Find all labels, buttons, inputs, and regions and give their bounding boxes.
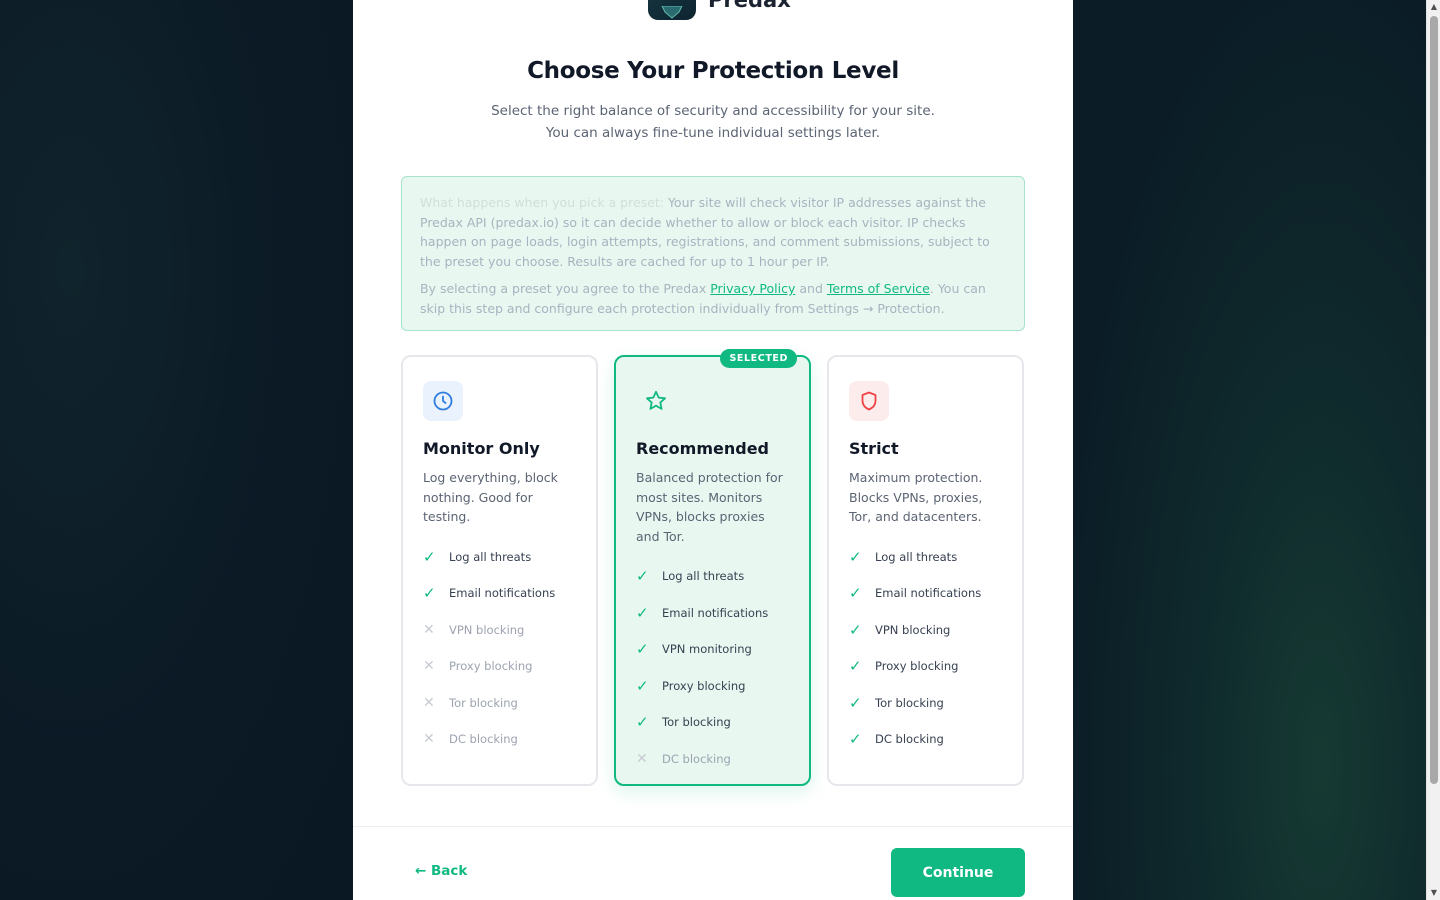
cross-icon: ✕: [423, 621, 435, 638]
preset-card-recommended[interactable]: SELECTED Recommended Balanced protection…: [614, 349, 811, 786]
check-icon: ✓: [849, 730, 862, 749]
preset-feature-list: ✓ Log all threats ✓ Email notifications ✕ V…: [423, 539, 576, 758]
preset-disclosure-notice: What happens when you pick a preset: You…: [401, 176, 1025, 331]
onboarding-panel: Predax Choose Your Protection Level Sele…: [353, 0, 1073, 900]
feature-item: ✓ Email notifications: [849, 575, 1002, 612]
feature-item: ✕ DC blocking: [636, 741, 789, 778]
feature-item: ✓ DC blocking: [849, 721, 1002, 758]
feature-label: Email notifications: [875, 586, 982, 601]
feature-label: DC blocking: [449, 732, 518, 747]
notice-consent-prefix: By selecting a preset you agree to the P…: [420, 281, 711, 296]
check-icon: ✓: [636, 640, 649, 659]
check-icon: ✓: [423, 584, 436, 603]
feature-item: ✓ VPN blocking: [849, 612, 1002, 649]
selected-badge: SELECTED: [720, 349, 797, 368]
preset-feature-list: ✓ Log all threats ✓ Email notifications ✓ V…: [849, 539, 1002, 758]
notice-paragraph-1: What happens when you pick a preset: You…: [420, 193, 1006, 271]
wizard-footer: ← Back Continue: [353, 826, 1073, 900]
preset-feature-list: ✓ Log all threats ✓ Email notifications ✓ V…: [636, 558, 789, 777]
scroll-up-arrow-icon[interactable]: ▲: [1427, 0, 1440, 14]
preset-title: Recommended: [636, 439, 769, 458]
check-icon: ✓: [849, 547, 862, 566]
star-icon: [636, 381, 676, 421]
cross-icon: ✕: [636, 750, 648, 767]
feature-item: ✕ Proxy blocking: [423, 648, 576, 685]
feature-label: Log all threats: [449, 549, 532, 564]
feature-label: VPN blocking: [449, 622, 525, 637]
feature-label: Log all threats: [875, 549, 958, 564]
feature-label: DC blocking: [875, 732, 944, 747]
preset-title: Strict: [849, 439, 899, 458]
check-icon: ✓: [636, 567, 649, 586]
continue-button[interactable]: Continue: [891, 848, 1025, 897]
feature-label: Log all threats: [662, 569, 745, 584]
preset-card-strict[interactable]: Strict Maximum protection. Blocks VPNs, …: [827, 355, 1024, 786]
preset-card-monitor-only[interactable]: Monitor Only Log everything, block nothi…: [401, 355, 598, 786]
brand-logo-icon: [648, 0, 696, 20]
feature-label: Email notifications: [662, 605, 769, 620]
clock-icon: [423, 381, 463, 421]
feature-label: Tor blocking: [662, 715, 731, 730]
preset-title: Monitor Only: [423, 439, 540, 458]
feature-item: ✓ VPN monitoring: [636, 631, 789, 668]
feature-item: ✓ Log all threats: [849, 539, 1002, 576]
check-icon: ✓: [849, 693, 862, 712]
feature-label: Tor blocking: [875, 695, 944, 710]
check-icon: ✓: [636, 713, 649, 732]
preset-description: Log everything, block nothing. Good for …: [423, 470, 558, 524]
notice-and: and: [795, 281, 827, 296]
check-icon: ✓: [849, 584, 862, 603]
page-background-right: [1073, 0, 1426, 900]
notice-paragraph-2: By selecting a preset you agree to the P…: [420, 279, 1006, 318]
feature-label: Email notifications: [449, 586, 556, 601]
feature-item: ✓ Log all threats: [423, 539, 576, 576]
feature-label: Tor blocking: [449, 695, 518, 710]
feature-item: ✓ Proxy blocking: [849, 648, 1002, 685]
brand-header: Predax: [648, 0, 791, 20]
back-button[interactable]: ← Back: [415, 863, 467, 879]
feature-label: Proxy blocking: [662, 678, 746, 693]
feature-item: ✓ Tor blocking: [636, 704, 789, 741]
feature-item: ✓ Proxy blocking: [636, 668, 789, 705]
privacy-policy-link[interactable]: Privacy Policy: [710, 281, 795, 296]
feature-item: ✕ VPN blocking: [423, 612, 576, 649]
shield-icon: [849, 381, 889, 421]
notice-lead: What happens when you pick a preset:: [420, 195, 664, 210]
check-icon: ✓: [849, 620, 862, 639]
feature-item: ✓ Email notifications: [636, 595, 789, 632]
feature-item: ✓ Tor blocking: [849, 685, 1002, 722]
feature-item: ✓ Email notifications: [423, 575, 576, 612]
cross-icon: ✕: [423, 658, 435, 675]
feature-label: DC blocking: [662, 751, 731, 766]
page-title: Choose Your Protection Level: [527, 58, 899, 84]
feature-item: ✕ DC blocking: [423, 721, 576, 758]
feature-label: VPN blocking: [875, 622, 951, 637]
preset-description: Balanced protection for most sites. Moni…: [636, 470, 783, 544]
check-icon: ✓: [849, 657, 862, 676]
check-icon: ✓: [636, 676, 649, 695]
cross-icon: ✕: [423, 694, 435, 711]
cross-icon: ✕: [423, 731, 435, 748]
feature-item: ✓ Log all threats: [636, 558, 789, 595]
check-icon: ✓: [636, 603, 649, 622]
brand-name: Predax: [708, 0, 791, 12]
page-subtitle: Select the right balance of security and…: [491, 103, 935, 141]
scroll-down-arrow-icon[interactable]: ▼: [1427, 886, 1440, 900]
feature-item: ✕ Tor blocking: [423, 685, 576, 722]
terms-of-service-link[interactable]: Terms of Service: [827, 281, 930, 296]
check-icon: ✓: [423, 547, 436, 566]
page-background-left: [0, 0, 353, 900]
feature-label: Proxy blocking: [875, 659, 959, 674]
feature-label: Proxy blocking: [449, 659, 533, 674]
scrollbar-thumb[interactable]: [1430, 16, 1438, 784]
vertical-scrollbar[interactable]: ▲ ▼: [1426, 0, 1440, 900]
feature-label: VPN monitoring: [662, 642, 752, 657]
preset-description: Maximum protection. Blocks VPNs, proxies…: [849, 470, 983, 524]
